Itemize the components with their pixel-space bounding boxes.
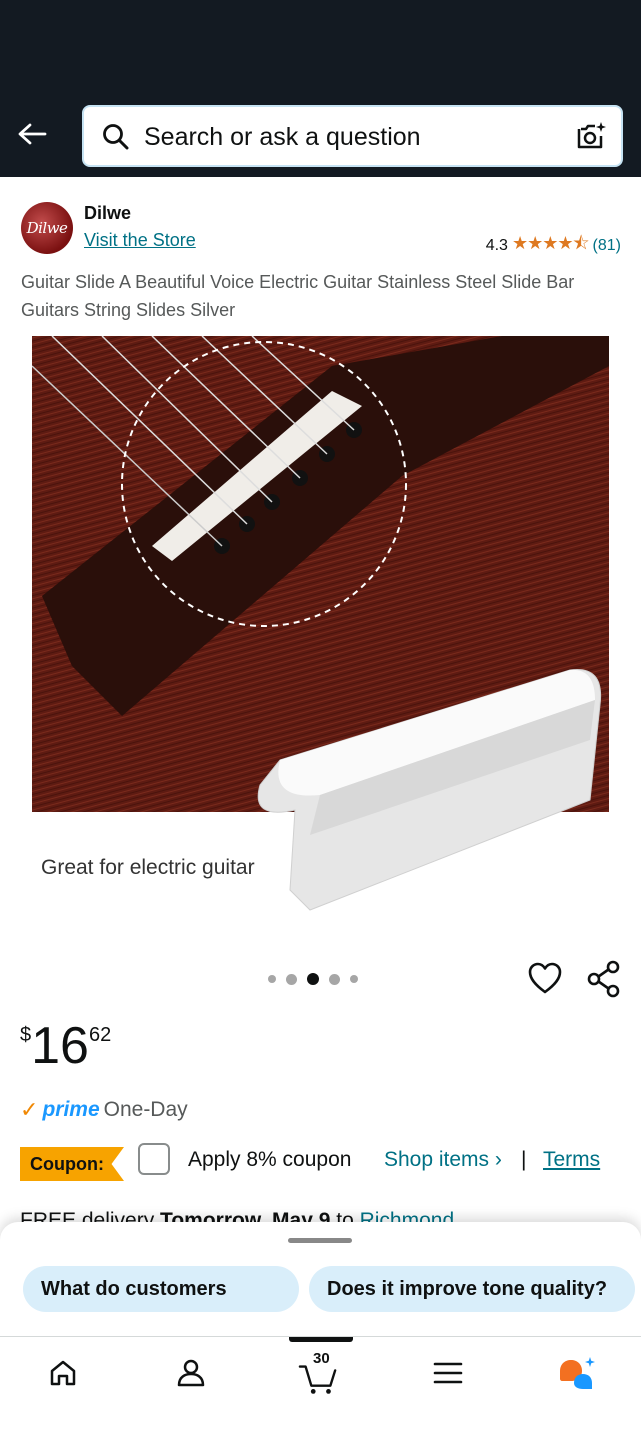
- rating-summary[interactable]: 4.3 ★★★★⯪ (81): [486, 231, 621, 261]
- slide-bar-photo: [257, 668, 602, 911]
- prime-logo: prime: [42, 1098, 100, 1121]
- separator: |: [521, 1148, 527, 1171]
- rating-value: 4.3: [485, 237, 508, 254]
- camera-icon[interactable]: [575, 120, 607, 152]
- suggestions-sheet[interactable]: What do customers Does it improve tone q…: [0, 1222, 641, 1336]
- cart-icon: [298, 1365, 337, 1394]
- top-header: Search or ask a question: [0, 0, 641, 177]
- cart-count-badge: 30: [313, 1350, 330, 1367]
- prime-badge: ✓ prime One-Day: [20, 1097, 188, 1123]
- share-icon: [587, 960, 620, 998]
- coupon-apply-text[interactable]: Apply 8% coupon: [188, 1148, 351, 1172]
- search-placeholder: Search or ask a question: [144, 123, 421, 151]
- prime-check-icon: ✓: [20, 1097, 39, 1122]
- share-button[interactable]: [586, 960, 622, 998]
- prime-tier: One-Day: [103, 1098, 188, 1121]
- account-icon: [177, 1359, 205, 1387]
- suggestion-chip[interactable]: Does it improve tone quality?: [309, 1266, 635, 1312]
- product-title: Guitar Slide A Beautiful Voice Electric …: [21, 272, 575, 320]
- carousel-dot[interactable]: [268, 975, 276, 983]
- rating-count[interactable]: (81): [593, 237, 621, 255]
- menu-icon: [433, 1362, 463, 1384]
- store-logo[interactable]: Dilwe: [21, 202, 73, 254]
- nav-account[interactable]: [171, 1353, 211, 1393]
- search-input[interactable]: Search or ask a question: [82, 105, 623, 167]
- visit-store-link[interactable]: Visit the Store: [84, 230, 196, 251]
- shop-items-link[interactable]: Shop items ›: [384, 1148, 502, 1172]
- star-rating-icon: ★★★★⯪: [511, 233, 590, 253]
- search-icon: [103, 124, 129, 150]
- price-fraction: 62: [88, 1024, 112, 1046]
- suggestion-chip[interactable]: What do customers: [23, 1266, 299, 1312]
- rufus-icon: [560, 1357, 595, 1389]
- carousel-dot[interactable]: [329, 973, 340, 985]
- coupon-badge: Coupon:: [20, 1147, 124, 1181]
- store-name: Dilwe: [84, 203, 132, 223]
- home-icon: [50, 1360, 76, 1386]
- price-currency: $: [20, 1024, 32, 1046]
- nav-home[interactable]: [43, 1353, 83, 1393]
- back-button[interactable]: [14, 116, 50, 152]
- nav-menu[interactable]: [428, 1353, 468, 1393]
- price: $ 16 62: [20, 1018, 111, 1074]
- heart-icon: [528, 962, 562, 994]
- carousel-dot[interactable]: [350, 975, 358, 983]
- carousel-dot-active[interactable]: [307, 973, 319, 985]
- terms-link[interactable]: Terms: [543, 1148, 600, 1172]
- nav-active-indicator: [289, 1337, 353, 1342]
- carousel-dot[interactable]: [286, 973, 297, 985]
- back-arrow-icon: [18, 123, 47, 145]
- coupon-checkbox[interactable]: [138, 1143, 170, 1175]
- wishlist-button[interactable]: [526, 960, 564, 998]
- sheet-drag-handle[interactable]: [288, 1238, 352, 1243]
- carousel-indicator[interactable]: [268, 973, 358, 985]
- nav-rufus[interactable]: [556, 1353, 596, 1393]
- image-caption: Great for electric guitar: [41, 856, 255, 879]
- price-whole: 16: [31, 1017, 89, 1075]
